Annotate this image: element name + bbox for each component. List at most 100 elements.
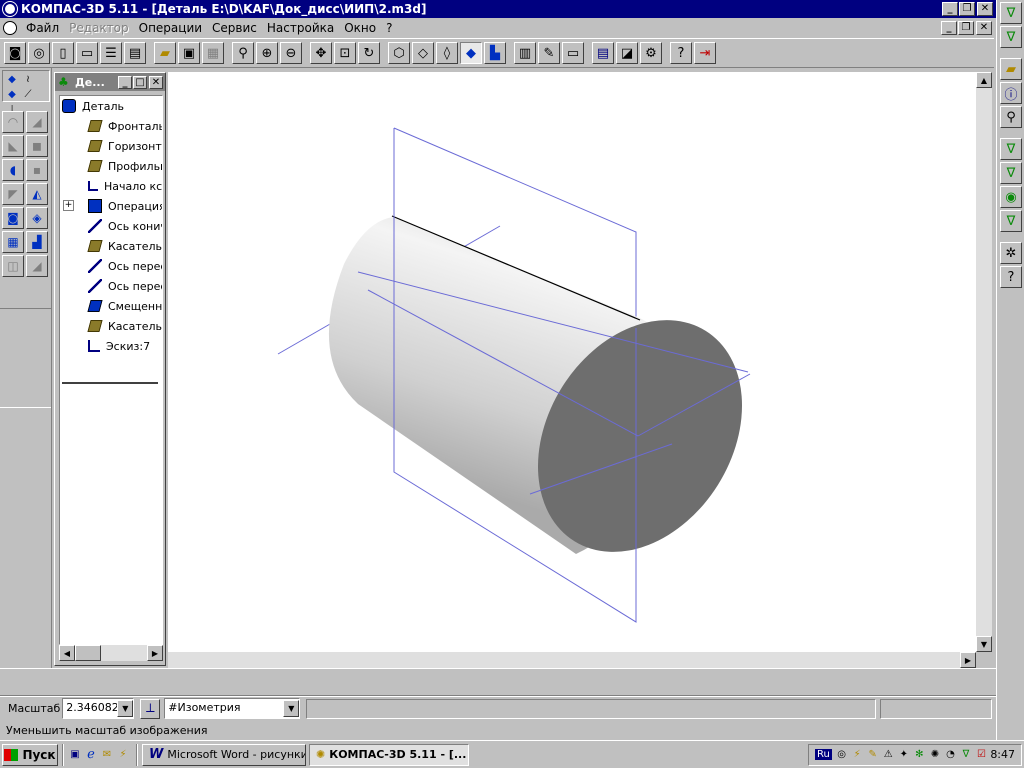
- tree-hscrollbar[interactable]: ◀ ▶: [59, 645, 163, 661]
- hole-icon[interactable]: ◫: [2, 255, 24, 277]
- info-icon[interactable]: ⓘ: [1000, 82, 1022, 104]
- tray-app-6-icon[interactable]: ✻: [913, 748, 927, 762]
- scale-dropdown-button[interactable]: ▼: [117, 700, 134, 717]
- view-orientation-icon[interactable]: ⟂: [140, 698, 161, 719]
- filter-3-icon[interactable]: ∇: [1000, 138, 1022, 160]
- tree-close-button[interactable]: ✕: [149, 75, 163, 89]
- sweep-icon[interactable]: ◣: [2, 135, 24, 157]
- zoom-out-icon[interactable]: ⊖: [280, 42, 302, 64]
- tray-app-2-icon[interactable]: ⚡: [850, 748, 864, 762]
- loft-icon[interactable]: ◼: [26, 135, 48, 157]
- chamfer-icon[interactable]: ◤: [2, 183, 24, 205]
- hidden-thin-icon[interactable]: ◊: [436, 42, 458, 64]
- folder-icon[interactable]: ▰: [1000, 58, 1022, 80]
- context-help-icon[interactable]: ?: [670, 42, 692, 64]
- tree-node[interactable]: Ось перес: [60, 276, 162, 296]
- task-word[interactable]: W Microsoft Word - рисунки ...: [142, 743, 306, 766]
- tree-node[interactable]: Фронталь: [60, 116, 162, 136]
- globe-icon[interactable]: ◉: [1000, 186, 1022, 208]
- document-icon[interactable]: [3, 21, 17, 35]
- rotate-icon[interactable]: ↻: [358, 42, 380, 64]
- menu-editor[interactable]: Редактор: [64, 21, 133, 35]
- scroll-up-button[interactable]: ▲: [976, 72, 992, 88]
- hide-icon[interactable]: ▭: [562, 42, 584, 64]
- tray-app-9-icon[interactable]: ∇: [959, 748, 973, 762]
- new-3d-part-icon[interactable]: ◙: [4, 42, 26, 64]
- tree-maximize-button[interactable]: □: [133, 75, 147, 89]
- hidden-lines-icon[interactable]: ◇: [412, 42, 434, 64]
- doc-minimize-button[interactable]: _: [941, 21, 957, 35]
- tree-node[interactable]: Горизонта: [60, 136, 162, 156]
- tree-node[interactable]: Касательн: [60, 236, 162, 256]
- tray-app-4-icon[interactable]: ⚠: [881, 748, 895, 762]
- tree-node[interactable]: Касательн: [60, 316, 162, 336]
- settings-gear-icon[interactable]: ✲: [1000, 242, 1022, 264]
- zoom-in-icon[interactable]: ⊕: [256, 42, 278, 64]
- edit-sketch-icon[interactable]: ✎: [538, 42, 560, 64]
- ie-icon[interactable]: ℯ: [84, 747, 98, 762]
- outlook-icon[interactable]: ✉: [100, 748, 114, 762]
- thread-icon[interactable]: ◢: [26, 255, 48, 277]
- menu-file[interactable]: Файл: [21, 21, 64, 35]
- revolve-icon[interactable]: ◢: [26, 111, 48, 133]
- tree-minimize-button[interactable]: _: [118, 75, 132, 89]
- new-assembly-icon[interactable]: ◎: [28, 42, 50, 64]
- filter-list-icon[interactable]: ∇: [1000, 162, 1022, 184]
- search-icon[interactable]: ⚲: [1000, 106, 1022, 128]
- cut-extrude-icon[interactable]: ◖: [2, 159, 24, 181]
- menu-window[interactable]: Окно: [339, 21, 381, 35]
- close-button[interactable]: ✕: [977, 2, 993, 16]
- viewport-vscrollbar[interactable]: ▲ ▼: [976, 72, 992, 652]
- tray-app-1-icon[interactable]: ◎: [835, 748, 849, 762]
- desktop-icon[interactable]: ▣: [68, 748, 82, 762]
- view-field[interactable]: #Изометрия: [165, 699, 284, 718]
- clock[interactable]: 8:47: [990, 748, 1015, 761]
- print-preview-icon[interactable]: ▦: [202, 42, 224, 64]
- palette-3d-icon[interactable]: ◆: [5, 73, 19, 86]
- palette-curves-icon[interactable]: ≀: [21, 73, 35, 86]
- quicklaunch-icon[interactable]: ⚡: [116, 748, 130, 762]
- tree-node[interactable]: Ось конич: [60, 216, 162, 236]
- restore-button[interactable]: ❐: [959, 2, 975, 16]
- palette-solid-icon[interactable]: ◆: [5, 88, 19, 101]
- menu-help[interactable]: ?: [381, 21, 397, 35]
- tree-node[interactable]: Профильн: [60, 156, 162, 176]
- expand-icon[interactable]: +: [63, 200, 74, 211]
- shell-icon[interactable]: ◭: [26, 183, 48, 205]
- tray-app-8-icon[interactable]: ◔: [944, 748, 958, 762]
- new-fragment-icon[interactable]: ▭: [76, 42, 98, 64]
- menu-service[interactable]: Сервис: [207, 21, 262, 35]
- new-spec-icon[interactable]: ▤: [124, 42, 146, 64]
- zoom-window-icon[interactable]: ⚲: [232, 42, 254, 64]
- wireframe-icon[interactable]: ⬡: [388, 42, 410, 64]
- mirror-icon[interactable]: ▟: [26, 231, 48, 253]
- start-button[interactable]: Пуск: [2, 743, 58, 766]
- save-icon[interactable]: ▣: [178, 42, 200, 64]
- tree-root[interactable]: Деталь: [60, 96, 162, 116]
- tree-node[interactable]: Начало кс: [60, 176, 162, 196]
- tree-node[interactable]: Эскиз:7: [60, 336, 162, 356]
- fillet-icon[interactable]: ▪: [26, 159, 48, 181]
- view-combo[interactable]: #Изометрия ▼: [164, 698, 301, 719]
- pattern-icon[interactable]: ▦: [2, 231, 24, 253]
- fit-all-icon[interactable]: ⊡: [334, 42, 356, 64]
- viewport-hscrollbar[interactable]: ▶: [168, 652, 976, 668]
- task-kompas[interactable]: ✺ КОМПАС-3D 5.11 - [...: [309, 743, 469, 766]
- properties-icon[interactable]: ▥: [514, 42, 536, 64]
- tray-app-10-icon[interactable]: ☑: [975, 748, 989, 762]
- shaded-icon[interactable]: ◆: [460, 42, 482, 64]
- doc-restore-button[interactable]: ❐: [958, 21, 974, 35]
- open-folder-icon[interactable]: ▰: [154, 42, 176, 64]
- perspective-icon[interactable]: ▙: [484, 42, 506, 64]
- draft-icon[interactable]: ◈: [26, 207, 48, 229]
- filter-4-icon[interactable]: ∇: [1000, 210, 1022, 232]
- calc-icon[interactable]: ▤: [592, 42, 614, 64]
- tree-node[interactable]: Смещенн: [60, 296, 162, 316]
- exit-icon[interactable]: ⇥: [694, 42, 716, 64]
- scroll-down-button[interactable]: ▼: [976, 636, 992, 652]
- measure-icon[interactable]: ◪: [616, 42, 638, 64]
- new-sheet-icon[interactable]: ▯: [52, 42, 74, 64]
- tree-scroll-right-button[interactable]: ▶: [147, 645, 163, 661]
- filter-icon[interactable]: ∇: [1000, 2, 1022, 24]
- tree-node[interactable]: Ось перес: [60, 256, 162, 276]
